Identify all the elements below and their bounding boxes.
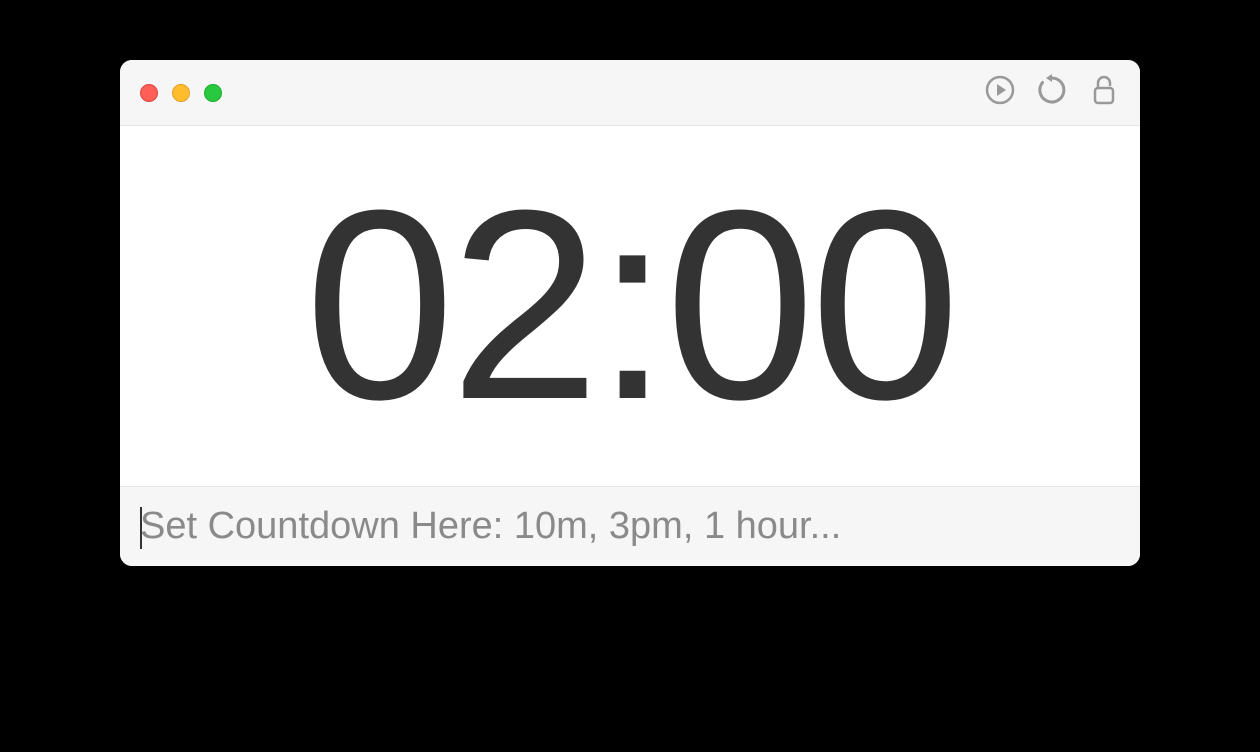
lock-icon[interactable] bbox=[1088, 74, 1120, 111]
text-cursor bbox=[140, 507, 142, 549]
minimize-button[interactable] bbox=[172, 84, 190, 102]
titlebar bbox=[120, 60, 1140, 126]
play-icon[interactable] bbox=[984, 74, 1016, 111]
window-controls bbox=[140, 84, 222, 102]
input-bar bbox=[120, 486, 1140, 566]
toolbar bbox=[984, 74, 1120, 111]
reset-icon[interactable] bbox=[1036, 74, 1068, 111]
timer-body: 02:00 bbox=[120, 126, 1140, 486]
app-window: 02:00 bbox=[120, 60, 1140, 566]
timer-display: 02:00 bbox=[305, 171, 956, 441]
countdown-input[interactable] bbox=[140, 505, 1120, 548]
close-button[interactable] bbox=[140, 84, 158, 102]
maximize-button[interactable] bbox=[204, 84, 222, 102]
